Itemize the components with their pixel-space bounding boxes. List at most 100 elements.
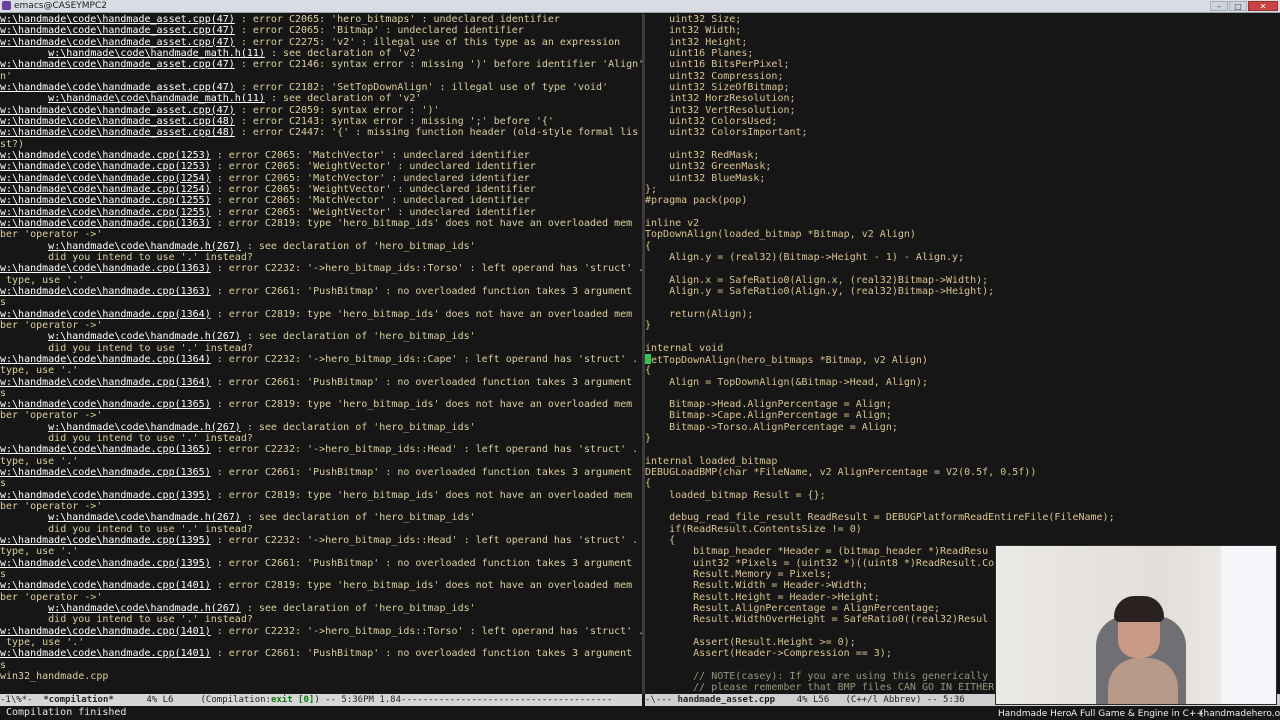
- compilation-line[interactable]: ber 'operator ->': [0, 320, 642, 331]
- code-line[interactable]: Bitmap->Torso.AlignPercentage = Align;: [645, 422, 1280, 433]
- error-location-link[interactable]: w:\handmade\code\handmade.cpp(1253): [0, 161, 211, 172]
- error-location-link[interactable]: w:\handmade\code\handmade.h(267): [48, 422, 241, 433]
- code-line[interactable]: uint16 Planes;: [645, 48, 1280, 59]
- error-location-link[interactable]: w:\handmade\code\handmade.cpp(1401): [0, 626, 211, 637]
- compilation-line[interactable]: type, use '.': [0, 456, 642, 467]
- compilation-line[interactable]: w:\handmade\code\handmade_asset.cpp(48) …: [0, 116, 642, 127]
- compilation-line[interactable]: w:\handmade\code\handmade_asset.cpp(47) …: [0, 59, 642, 70]
- code-line[interactable]: uint32 Compression;: [645, 71, 1280, 82]
- error-location-link[interactable]: w:\handmade\code\handmade_math.h(11): [48, 93, 265, 104]
- compilation-line[interactable]: s: [0, 388, 642, 399]
- compilation-line[interactable]: w:\handmade\code\handmade.cpp(1253) : er…: [0, 150, 642, 161]
- compilation-line[interactable]: ber 'operator ->': [0, 592, 642, 603]
- compilation-line[interactable]: w:\handmade\code\handmade.cpp(1395) : er…: [0, 490, 642, 501]
- error-location-link[interactable]: w:\handmade\code\handmade.h(267): [48, 331, 241, 342]
- code-line[interactable]: uint32 SizeOfBitmap;: [645, 82, 1280, 93]
- error-location-link[interactable]: w:\handmade\code\handmade.cpp(1253): [0, 150, 211, 161]
- code-line[interactable]: [645, 297, 1280, 308]
- close-button[interactable]: ✕: [1248, 1, 1278, 11]
- code-line[interactable]: [645, 444, 1280, 455]
- compilation-line[interactable]: w:\handmade\code\handmade.cpp(1401) : er…: [0, 648, 642, 659]
- compilation-line[interactable]: s: [0, 478, 642, 489]
- modeline-compilation[interactable]: -1\%*- *compilation* 4% L6 (Compilation:…: [0, 694, 642, 706]
- compilation-line[interactable]: w:\handmade\code\handmade.cpp(1401) : er…: [0, 580, 642, 591]
- error-location-link[interactable]: w:\handmade\code\handmade_asset.cpp(47): [0, 37, 235, 48]
- compilation-line[interactable]: w:\handmade\code\handmade.cpp(1255) : er…: [0, 207, 642, 218]
- code-line[interactable]: uint32 ColorsImportant;: [645, 127, 1280, 138]
- error-location-link[interactable]: w:\handmade\code\handmade.h(267): [48, 603, 241, 614]
- compilation-line[interactable]: did you intend to use '.' instead?: [0, 433, 642, 444]
- code-line[interactable]: int32 Height;: [645, 37, 1280, 48]
- code-line[interactable]: TopDownAlign(loaded_bitmap *Bitmap, v2 A…: [645, 229, 1280, 240]
- code-line[interactable]: int32 Width;: [645, 25, 1280, 36]
- maximize-button[interactable]: □: [1229, 1, 1247, 11]
- compilation-line[interactable]: w:\handmade\code\handmade.cpp(1364) : er…: [0, 377, 642, 388]
- error-location-link[interactable]: w:\handmade\code\handmade.h(267): [48, 512, 241, 523]
- compilation-line[interactable]: w:\handmade\code\handmade.cpp(1254) : er…: [0, 184, 642, 195]
- code-line[interactable]: [645, 263, 1280, 274]
- error-location-link[interactable]: w:\handmade\code\handmade_asset.cpp(48): [0, 127, 235, 138]
- compilation-line[interactable]: type, use '.': [0, 637, 642, 648]
- compilation-line[interactable]: w:\handmade\code\handmade.cpp(1365) : er…: [0, 399, 642, 410]
- code-line[interactable]: uint32 RedMask;: [645, 150, 1280, 161]
- compilation-line[interactable]: w:\handmade\code\handmade.h(267) : see d…: [0, 422, 642, 433]
- code-line[interactable]: loaded_bitmap Result = {};: [645, 490, 1280, 501]
- code-line[interactable]: uint32 Size;: [645, 14, 1280, 25]
- error-location-link[interactable]: w:\handmade\code\handmade.cpp(1254): [0, 184, 211, 195]
- error-location-link[interactable]: w:\handmade\code\handmade.cpp(1255): [0, 195, 211, 206]
- code-line[interactable]: debug_read_file_result ReadResult = DEBU…: [645, 512, 1280, 523]
- compilation-line[interactable]: ber 'operator ->': [0, 410, 642, 421]
- compilation-line[interactable]: w:\handmade\code\handmade_math.h(11) : s…: [0, 48, 642, 59]
- compilation-line[interactable]: w:\handmade\code\handmade.cpp(1363) : er…: [0, 218, 642, 229]
- error-location-link[interactable]: w:\handmade\code\handmade.cpp(1395): [0, 535, 211, 546]
- code-line[interactable]: [645, 207, 1280, 218]
- compilation-line[interactable]: w:\handmade\code\handmade_asset.cpp(47) …: [0, 37, 642, 48]
- compilation-line[interactable]: w:\handmade\code\handmade.cpp(1395) : er…: [0, 558, 642, 569]
- compilation-line[interactable]: w:\handmade\code\handmade.cpp(1363) : er…: [0, 263, 642, 274]
- compilation-buffer[interactable]: w:\handmade\code\handmade_asset.cpp(47) …: [0, 14, 642, 694]
- compilation-line[interactable]: w:\handmade\code\handmade.h(267) : see d…: [0, 241, 642, 252]
- error-location-link[interactable]: w:\handmade\code\handmade_asset.cpp(48): [0, 116, 235, 127]
- code-line[interactable]: Align.y = SafeRatio0(Align.y, (real32)Bi…: [645, 286, 1280, 297]
- compilation-line[interactable]: w:\handmade\code\handmade_math.h(11) : s…: [0, 93, 642, 104]
- code-line[interactable]: uint32 BlueMask;: [645, 173, 1280, 184]
- error-location-link[interactable]: w:\handmade\code\handmade_asset.cpp(47): [0, 25, 235, 36]
- compilation-line[interactable]: w:\handmade\code\handmade.cpp(1364) : er…: [0, 309, 642, 320]
- code-line[interactable]: #pragma pack(pop): [645, 195, 1280, 206]
- compilation-line[interactable]: w:\handmade\code\handmade.cpp(1365) : er…: [0, 444, 642, 455]
- code-line[interactable]: etTopDownAlign(hero_bitmaps *Bitmap, v2 …: [645, 353, 1280, 366]
- code-line[interactable]: };: [645, 184, 1280, 195]
- code-line[interactable]: int32 HorzResolution;: [645, 93, 1280, 104]
- compilation-line[interactable]: did you intend to use '.' instead?: [0, 614, 642, 625]
- compilation-line[interactable]: w:\handmade\code\handmade.cpp(1254) : er…: [0, 173, 642, 184]
- compilation-line[interactable]: w:\handmade\code\handmade.cpp(1253) : er…: [0, 161, 642, 172]
- code-line[interactable]: Align = TopDownAlign(&Bitmap->Head, Alig…: [645, 377, 1280, 388]
- code-line[interactable]: {: [645, 365, 1280, 376]
- code-line[interactable]: {: [645, 478, 1280, 489]
- code-line[interactable]: inline v2: [645, 218, 1280, 229]
- compilation-line[interactable]: w:\handmade\code\handmade.cpp(1364) : er…: [0, 354, 642, 365]
- compilation-line[interactable]: did you intend to use '.' instead?: [0, 524, 642, 535]
- compilation-line[interactable]: type, use '.': [0, 275, 642, 286]
- compilation-line[interactable]: s: [0, 297, 642, 308]
- error-location-link[interactable]: w:\handmade\code\handmade.cpp(1364): [0, 309, 211, 320]
- error-location-link[interactable]: w:\handmade\code\handmade.cpp(1365): [0, 399, 211, 410]
- code-line[interactable]: [645, 331, 1280, 342]
- error-location-link[interactable]: w:\handmade\code\handmade_asset.cpp(47): [0, 105, 235, 116]
- error-location-link[interactable]: w:\handmade\code\handmade.cpp(1363): [0, 218, 211, 229]
- code-line[interactable]: internal void: [645, 343, 1280, 354]
- error-location-link[interactable]: w:\handmade\code\handmade.cpp(1255): [0, 207, 211, 218]
- compilation-line[interactable]: n': [0, 71, 642, 82]
- minimize-button[interactable]: –: [1210, 1, 1228, 11]
- error-location-link[interactable]: w:\handmade\code\handmade.cpp(1364): [0, 354, 211, 365]
- compilation-line[interactable]: ber 'operator ->': [0, 501, 642, 512]
- error-location-link[interactable]: w:\handmade\code\handmade.cpp(1363): [0, 263, 211, 274]
- code-line[interactable]: [645, 501, 1280, 512]
- code-line[interactable]: uint16 BitsPerPixel;: [645, 59, 1280, 70]
- code-line[interactable]: return(Align);: [645, 309, 1280, 320]
- code-line[interactable]: }: [645, 433, 1280, 444]
- compilation-line[interactable]: w:\handmade\code\handmade.h(267) : see d…: [0, 603, 642, 614]
- compilation-line[interactable]: type, use '.': [0, 365, 642, 376]
- code-line[interactable]: Align.y = (real32)(Bitmap->Height - 1) -…: [645, 252, 1280, 263]
- compilation-line[interactable]: win32_handmade.cpp: [0, 671, 642, 682]
